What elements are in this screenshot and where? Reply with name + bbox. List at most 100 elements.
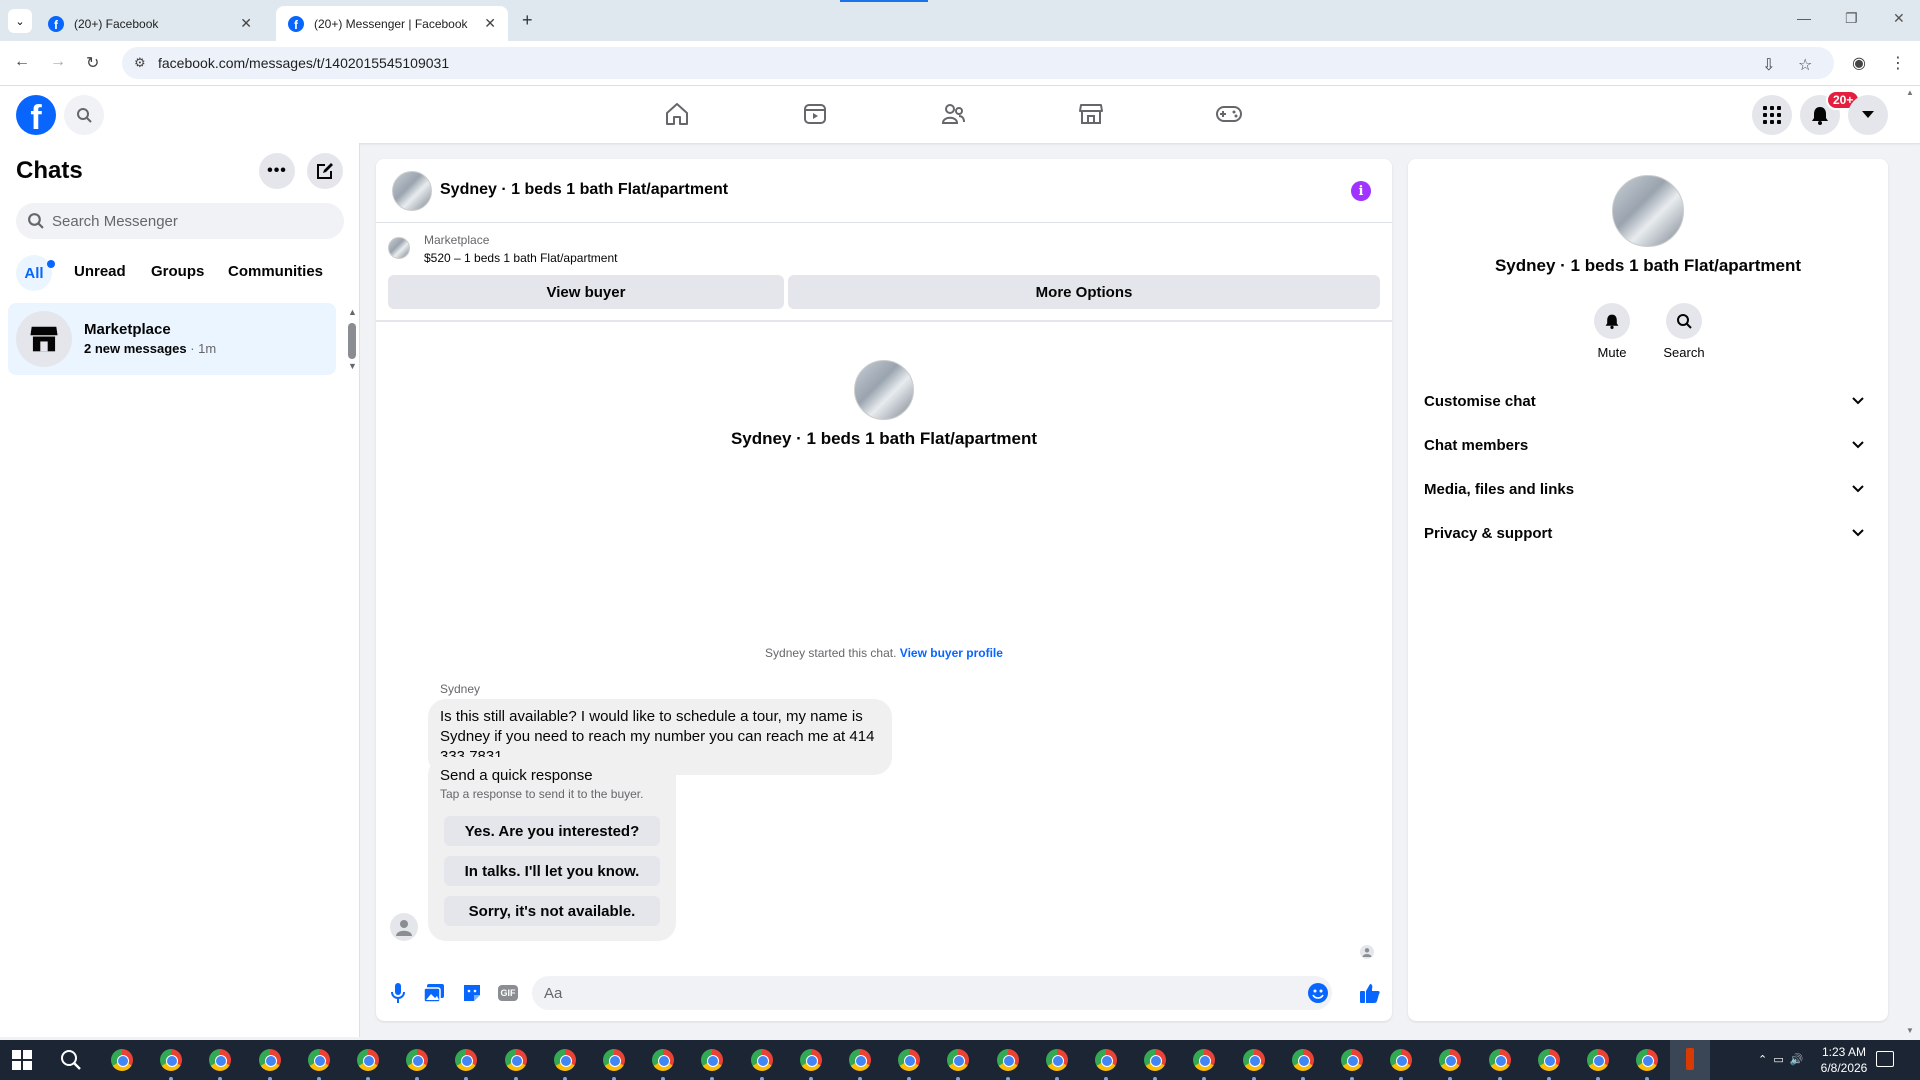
taskbar-browser-icon[interactable] [1193, 1049, 1216, 1071]
taskbar-browser-icon[interactable] [1144, 1049, 1167, 1071]
taskbar-browser-icon[interactable] [111, 1049, 133, 1071]
taskbar-browser-icon[interactable] [307, 1049, 330, 1071]
taskbar-browser-icon[interactable] [996, 1049, 1019, 1071]
taskbar-browser-icon[interactable] [898, 1049, 921, 1071]
taskbar-browser-icon[interactable] [553, 1049, 576, 1071]
taskbar-browser-icon[interactable] [1390, 1049, 1413, 1071]
tab-search-dropdown-icon[interactable]: ⌄ [8, 9, 32, 33]
taskbar-browser-icon[interactable] [652, 1049, 675, 1071]
taskbar-browser-icon[interactable] [1095, 1049, 1117, 1071]
video-nav-icon[interactable] [799, 98, 831, 130]
bookmark-star-icon[interactable]: ☆ [1798, 55, 1812, 75]
restore-icon[interactable]: ❐ [1845, 10, 1858, 27]
view-buyer-button[interactable]: View buyer [388, 275, 784, 309]
chat-list-item-marketplace[interactable]: Marketplace 2 new messages · 1m [8, 303, 336, 375]
taskbar-browser-icon[interactable] [209, 1049, 232, 1071]
taskbar-browser-icon[interactable] [1636, 1049, 1659, 1071]
windows-start-icon[interactable] [12, 1050, 32, 1070]
photo-attach-icon[interactable] [422, 981, 446, 1005]
taskbar-browser-icon[interactable] [947, 1049, 970, 1071]
taskbar-browser-icon[interactable] [455, 1049, 478, 1071]
taskbar-search-icon[interactable] [60, 1049, 82, 1076]
reload-icon[interactable]: ↻ [86, 53, 99, 73]
taskbar-active-app-icon[interactable] [1670, 1040, 1710, 1080]
address-bar[interactable]: ⚙ facebook.com/messages/t/14020155451090… [122, 47, 1834, 79]
system-tray-icons[interactable]: ⌃ ▭ 🔊 [1758, 1053, 1804, 1066]
taskbar-clock[interactable]: 1:23 AM 6/8/2026 [1810, 1044, 1878, 1076]
chat-members-section[interactable]: Chat members [1424, 423, 1872, 467]
taskbar-browser-icon[interactable] [799, 1049, 822, 1071]
scroll-down-arrow-icon[interactable]: ▼ [1906, 1026, 1914, 1035]
conversation-title[interactable]: Sydney · 1 beds 1 bath Flat/apartment [440, 181, 728, 199]
filter-all-tab[interactable]: All [16, 255, 52, 291]
quick-response-not-available-button[interactable]: Sorry, it's not available. [444, 896, 660, 926]
listing-photo[interactable] [392, 171, 432, 211]
more-options-button[interactable]: More Options [788, 275, 1380, 309]
taskbar-browser-icon[interactable] [849, 1049, 871, 1071]
profile-icon[interactable]: ◉ [1852, 53, 1866, 73]
quick-response-in-talks-button[interactable]: In talks. I'll let you know. [444, 856, 660, 886]
emoji-icon[interactable] [1308, 983, 1328, 1003]
taskbar-browser-icon[interactable] [160, 1049, 183, 1071]
browser-tab-messenger[interactable]: f (20+) Messenger | Facebook ✕ [276, 6, 508, 41]
menu-apps-button[interactable] [1752, 95, 1792, 135]
friends-nav-icon[interactable] [937, 98, 969, 130]
install-app-icon[interactable]: ⇩ [1762, 55, 1775, 75]
search-messenger-input[interactable]: Search Messenger [16, 203, 344, 239]
site-settings-icon[interactable]: ⚙ [134, 55, 146, 71]
taskbar-browser-icon[interactable] [1488, 1049, 1511, 1071]
tab-close-icon[interactable]: ✕ [240, 15, 252, 32]
action-center-icon[interactable] [1876, 1051, 1894, 1067]
filter-groups-tab[interactable]: Groups [151, 263, 204, 280]
minimize-icon[interactable]: — [1797, 10, 1811, 26]
scroll-up-arrow-icon[interactable]: ▲ [1906, 88, 1914, 97]
account-menu-button[interactable] [1848, 95, 1888, 135]
privacy-support-section[interactable]: Privacy & support [1424, 511, 1872, 555]
new-message-button[interactable] [307, 153, 343, 189]
taskbar-browser-icon[interactable] [1242, 1049, 1265, 1071]
home-nav-icon[interactable] [661, 98, 693, 130]
chat-options-button[interactable]: ••• [259, 153, 295, 189]
scroll-down-arrow-icon[interactable]: ▼ [348, 361, 357, 371]
taskbar-browser-icon[interactable] [1341, 1049, 1363, 1071]
forward-icon[interactable]: → [50, 53, 66, 71]
browser-menu-icon[interactable]: ⋮ [1890, 53, 1906, 73]
browser-tab-facebook[interactable]: f (20+) Facebook ✕ [36, 6, 264, 41]
sender-avatar[interactable] [390, 913, 418, 941]
tab-close-icon[interactable]: ✕ [484, 15, 496, 32]
info-icon[interactable]: i [1351, 181, 1371, 201]
gif-icon[interactable]: GIF [496, 981, 520, 1005]
taskbar-browser-icon[interactable] [1537, 1049, 1560, 1071]
mute-button[interactable]: Mute [1582, 303, 1642, 360]
taskbar-browser-icon[interactable] [1587, 1049, 1609, 1071]
taskbar-browser-icon[interactable] [1045, 1049, 1068, 1071]
media-files-links-section[interactable]: Media, files and links [1424, 467, 1872, 511]
new-tab-button[interactable]: + [522, 10, 533, 31]
taskbar-browser-icon[interactable] [357, 1049, 379, 1071]
taskbar-browser-icon[interactable] [1439, 1049, 1462, 1071]
microphone-icon[interactable] [386, 981, 410, 1005]
chat-list-scrollbar[interactable] [348, 323, 356, 359]
marketplace-nav-icon[interactable] [1075, 98, 1107, 130]
taskbar-browser-icon[interactable] [1291, 1049, 1314, 1071]
taskbar-browser-icon[interactable] [504, 1049, 527, 1071]
gaming-nav-icon[interactable] [1213, 98, 1245, 130]
taskbar-browser-icon[interactable] [603, 1049, 625, 1071]
back-icon[interactable]: ← [14, 53, 30, 71]
facebook-search-button[interactable] [64, 95, 104, 135]
view-buyer-profile-link[interactable]: View buyer profile [900, 646, 1003, 660]
quick-response-yes-button[interactable]: Yes. Are you interested? [444, 816, 660, 846]
filter-communities-tab[interactable]: Communities [228, 263, 323, 280]
like-thumbs-up-icon[interactable] [1358, 981, 1382, 1005]
message-input[interactable]: Aa [532, 976, 1332, 1010]
window-close-icon[interactable]: ✕ [1893, 10, 1905, 27]
listing-summary[interactable]: $520 – 1 beds 1 bath Flat/apartment [424, 251, 617, 265]
scroll-up-arrow-icon[interactable]: ▲ [348, 307, 357, 317]
taskbar-browser-icon[interactable] [750, 1049, 773, 1071]
customise-chat-section[interactable]: Customise chat [1424, 379, 1872, 423]
search-in-chat-button[interactable]: Search [1654, 303, 1714, 360]
taskbar-browser-icon[interactable] [701, 1049, 724, 1071]
taskbar-browser-icon[interactable] [406, 1049, 429, 1071]
filter-unread-tab[interactable]: Unread [74, 263, 126, 280]
sticker-icon[interactable] [460, 981, 484, 1005]
